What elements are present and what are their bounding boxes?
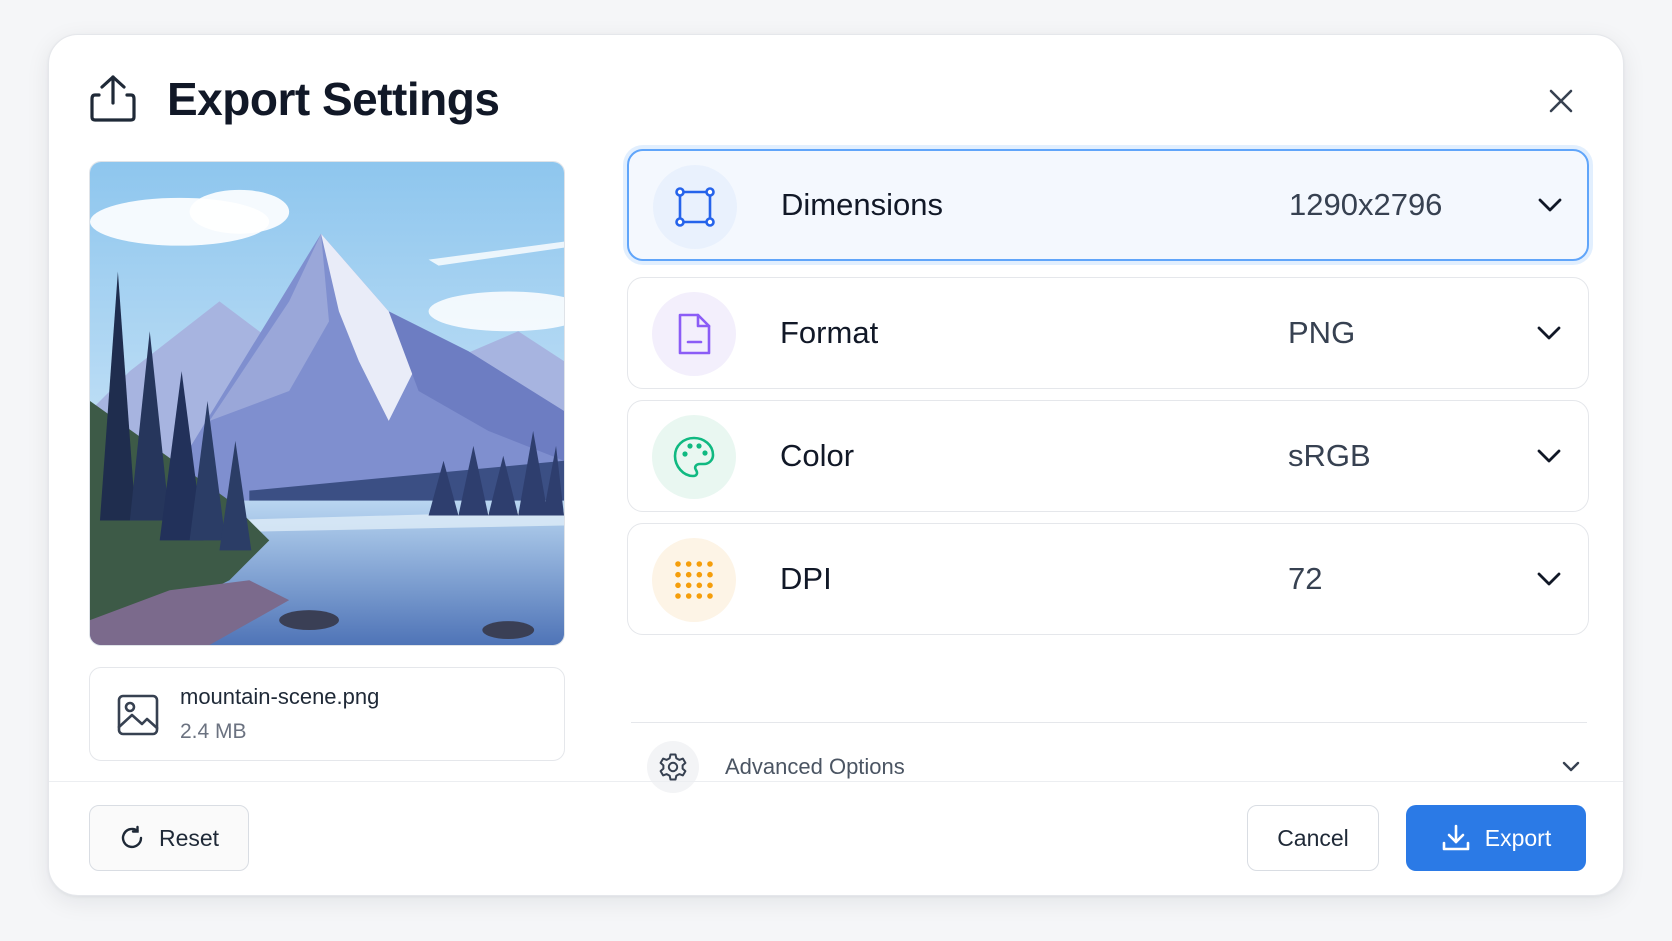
chevron-down-icon xyxy=(1534,278,1564,388)
share-export-icon xyxy=(89,73,137,123)
refresh-icon xyxy=(119,825,145,851)
close-button[interactable] xyxy=(1539,79,1583,123)
advanced-options-label: Advanced Options xyxy=(725,754,905,779)
crop-frame-icon xyxy=(653,165,737,249)
chevron-down-icon xyxy=(1535,151,1565,259)
setting-value: 72 xyxy=(1288,561,1323,596)
advanced-options-toggle[interactable]: Advanced Options xyxy=(647,741,1589,793)
gear-icon xyxy=(647,741,699,793)
setting-value: PNG xyxy=(1288,315,1356,350)
reset-label: Reset xyxy=(158,824,220,851)
dots-grid-icon xyxy=(652,538,736,622)
palette-icon xyxy=(652,415,736,499)
setting-label: Color xyxy=(780,438,855,473)
dialog-title: Export Settings xyxy=(167,73,500,125)
setting-value: sRGB xyxy=(1288,438,1371,473)
export-dialog: Export Settings mountain-scene.png 2.4 M… xyxy=(48,34,1624,896)
download-icon xyxy=(1441,823,1471,853)
setting-dimensions[interactable]: Dimensions 1290x2796 xyxy=(627,149,1589,261)
export-button[interactable]: Export xyxy=(1406,805,1586,871)
file-name: mountain-scene.png xyxy=(180,684,380,709)
setting-label: Dimensions xyxy=(781,187,943,222)
export-label: Export xyxy=(1484,824,1552,851)
setting-label: Format xyxy=(780,315,879,350)
advanced-divider xyxy=(631,722,1587,723)
setting-label: DPI xyxy=(780,561,832,596)
file-icon xyxy=(652,292,736,376)
close-icon xyxy=(1549,89,1573,113)
setting-color[interactable]: Color sRGB xyxy=(627,400,1589,512)
image-preview xyxy=(89,161,565,646)
image-file-icon xyxy=(116,693,160,737)
chevron-down-icon xyxy=(1534,401,1564,511)
setting-dpi[interactable]: DPI 72 xyxy=(627,523,1589,635)
file-size: 2.4 MB xyxy=(180,720,247,743)
reset-button[interactable]: Reset xyxy=(89,805,249,871)
cancel-button[interactable]: Cancel xyxy=(1247,805,1379,871)
file-info-card: mountain-scene.png 2.4 MB xyxy=(89,667,565,761)
chevron-down-icon xyxy=(1534,524,1564,634)
cancel-label: Cancel xyxy=(1277,824,1349,851)
footer-divider xyxy=(49,781,1623,782)
setting-format[interactable]: Format PNG xyxy=(627,277,1589,389)
chevron-down-icon xyxy=(1559,755,1583,779)
setting-value: 1290x2796 xyxy=(1289,187,1443,222)
